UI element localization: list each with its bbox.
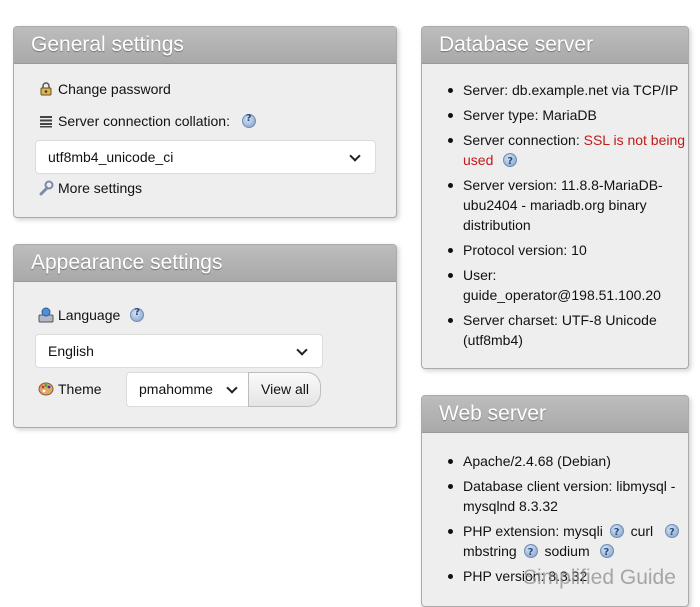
mysqli-help-icon[interactable] xyxy=(609,523,624,543)
theme-row: Theme xyxy=(38,381,102,397)
server-host: Server: db.example.net via TCP/IP xyxy=(463,82,679,98)
collation-label: Server connection collation: xyxy=(58,113,230,129)
list-item: Protocol version: 10 xyxy=(443,240,687,260)
appearance-settings-panel: Appearance settings Language English The… xyxy=(13,244,397,428)
php-extension-label: PHP extension: mysqli xyxy=(463,523,603,539)
more-settings-link[interactable]: More settings xyxy=(38,180,142,196)
palette-icon xyxy=(38,381,54,397)
list-item: Server charset: UTF-8 Unicode (utf8mb4) xyxy=(443,310,687,350)
language-select-value: English xyxy=(48,343,94,359)
ssl-help-icon[interactable] xyxy=(503,152,518,172)
chevron-down-icon xyxy=(226,382,238,394)
change-password-icon xyxy=(38,81,54,97)
collation-select-value: utf8mb4_unicode_ci xyxy=(48,149,174,165)
mbstring-help-icon[interactable] xyxy=(523,543,538,563)
wrench-icon xyxy=(38,180,54,196)
server-connection-label: Server connection: xyxy=(463,132,584,148)
server-version-line-1: Server version: 11.8.8-MariaDB- xyxy=(463,177,663,193)
theme-select[interactable]: pmahomme xyxy=(126,372,249,407)
database-server-info-list: Server: db.example.net via TCP/IP Server… xyxy=(443,80,687,355)
list-item: Server version: 11.8.8-MariaDB- ubu2404 … xyxy=(443,175,687,235)
collation-help-icon[interactable] xyxy=(241,113,256,128)
db-client-line-2: mysqlnd 8.3.32 xyxy=(463,498,558,514)
php-ext-sodium: sodium xyxy=(544,543,590,559)
server-version-line-2: ubu2404 - mariadb.org binary xyxy=(463,197,647,213)
language-select[interactable]: English xyxy=(35,334,323,368)
appearance-settings-title: Appearance settings xyxy=(14,245,396,282)
view-all-button[interactable]: View all xyxy=(248,372,321,407)
language-help-icon[interactable] xyxy=(130,307,145,322)
list-item: PHP extension: mysqli curl mbstring sodi… xyxy=(443,521,687,563)
ssl-status-warning-cont: used xyxy=(463,152,494,168)
more-settings-label: More settings xyxy=(58,180,143,196)
change-password-link[interactable]: Change password xyxy=(38,81,171,97)
list-item: Database client version: libmysql - mysq… xyxy=(443,476,687,516)
list-item: User: guide_operator@198.51.100.20 xyxy=(443,265,687,305)
chevron-down-icon xyxy=(349,150,361,162)
server-type: Server type: MariaDB xyxy=(463,107,597,123)
server-version-line-3: distribution xyxy=(463,217,531,233)
chevron-down-icon xyxy=(296,344,308,356)
protocol-version: Protocol version: 10 xyxy=(463,242,587,258)
theme-select-value: pmahomme xyxy=(139,381,213,397)
list-item: Server connection: SSL is not being used xyxy=(443,130,687,172)
language-row: Language xyxy=(38,307,145,323)
user-value: guide_operator@198.51.100.20 xyxy=(463,287,661,303)
web-server-title: Web server xyxy=(422,396,688,433)
curl-help-icon[interactable] xyxy=(665,523,680,543)
list-item: Server: db.example.net via TCP/IP xyxy=(443,80,687,100)
list-item: Apache/2.4.68 (Debian) xyxy=(443,451,687,471)
db-client-line-1: Database client version: libmysql - xyxy=(463,478,676,494)
user-label: User: xyxy=(463,267,497,283)
theme-label: Theme xyxy=(58,381,102,397)
database-server-title: Database server xyxy=(422,27,688,64)
database-server-panel: Database server Server: db.example.net v… xyxy=(421,26,689,369)
server-charset-line-1: Server charset: UTF-8 Unicode xyxy=(463,312,657,328)
collation-row: Server connection collation: xyxy=(38,113,256,129)
collation-icon xyxy=(38,113,54,129)
collation-select[interactable]: utf8mb4_unicode_ci xyxy=(35,140,376,174)
ssl-status-warning: SSL is not being xyxy=(583,132,686,148)
language-icon xyxy=(38,307,54,323)
sodium-help-icon[interactable] xyxy=(599,543,614,563)
general-settings-panel: General settings Change password Server … xyxy=(13,26,397,218)
change-password-label: Change password xyxy=(58,81,171,97)
php-ext-mbstring: mbstring xyxy=(463,543,517,559)
language-label: Language xyxy=(58,307,121,323)
watermark: Simplified Guide xyxy=(523,566,676,589)
apache-version: Apache/2.4.68 (Debian) xyxy=(463,453,611,469)
general-settings-title: General settings xyxy=(14,27,396,64)
server-charset-line-2: (utf8mb4) xyxy=(463,332,523,348)
list-item: Server type: MariaDB xyxy=(443,105,687,125)
php-ext-curl: curl xyxy=(630,523,654,539)
